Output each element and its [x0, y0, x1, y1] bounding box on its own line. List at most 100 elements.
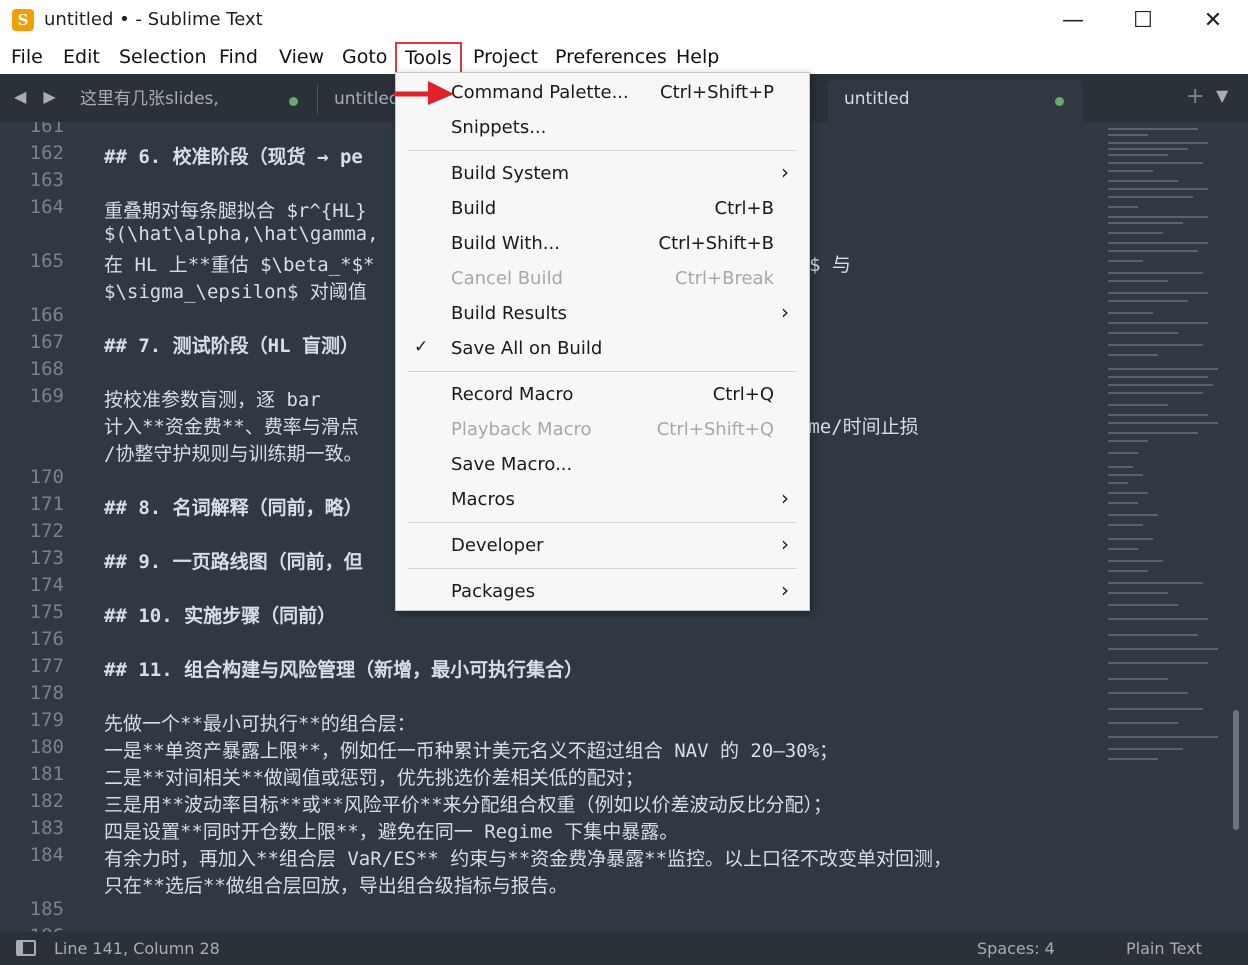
minimap-line	[1108, 492, 1148, 494]
menu-preferences[interactable]: Preferences	[555, 42, 667, 74]
tab-label: 这里有几张slides,	[80, 89, 219, 109]
minimap-line	[1108, 582, 1203, 584]
menuitem-label: Cancel Build	[451, 268, 563, 289]
code-line: 重叠期对每条腿拟合 $r^{HL}	[104, 200, 367, 222]
line-number: 178	[29, 682, 64, 704]
submenu-chevron-icon: ›	[781, 486, 789, 510]
minimap-line	[1108, 662, 1208, 664]
code-line: 先做一个**最小可执行**的组合层：	[104, 713, 416, 735]
minimap-line	[1108, 722, 1178, 724]
menu-view[interactable]: View	[279, 42, 324, 74]
red-arrow-icon	[394, 81, 454, 105]
modified-dot-icon[interactable]	[1055, 97, 1064, 106]
minimap-line	[1108, 162, 1203, 164]
line-number: 177	[29, 655, 64, 677]
indentation-setting[interactable]: Spaces: 4	[977, 939, 1055, 958]
menu-file[interactable]: File	[11, 42, 43, 74]
line-number: 179	[29, 709, 64, 731]
minimap-line	[1108, 280, 1168, 282]
minimap-line	[1108, 384, 1213, 386]
minimize-button[interactable]: —	[1038, 0, 1108, 42]
minimap-line	[1108, 250, 1198, 252]
menuitem-save-macro[interactable]: Save Macro...	[396, 450, 809, 480]
minimap-line	[1108, 440, 1148, 442]
line-number: 167	[29, 331, 64, 353]
syntax-selector[interactable]: Plain Text	[1126, 939, 1202, 958]
minimap-line	[1108, 604, 1178, 606]
modified-dot-icon[interactable]	[289, 97, 298, 106]
window-title: untitled • - Sublime Text	[44, 9, 263, 30]
menuitem-build[interactable]: Build Ctrl+B	[396, 194, 809, 224]
close-window-button[interactable]: ✕	[1178, 0, 1248, 42]
menuitem-record-macro[interactable]: Record Macro Ctrl+Q	[396, 380, 809, 410]
submenu-chevron-icon: ›	[781, 578, 789, 602]
tab-list-chevron-icon[interactable]: ▼	[1216, 86, 1228, 105]
new-tab-plus-icon[interactable]: +	[1186, 84, 1204, 109]
menu-selection[interactable]: Selection	[119, 42, 207, 74]
menuitem-label: Packages	[451, 581, 535, 602]
tab-slides[interactable]: 这里有几张slides,	[64, 80, 314, 122]
menu-tools[interactable]: Tools	[395, 42, 462, 75]
menuitem-shortcut: Ctrl+Q	[712, 384, 774, 405]
minimap-line	[1108, 570, 1148, 572]
vertical-scrollbar[interactable]	[1233, 710, 1239, 830]
minimap-line	[1108, 432, 1198, 434]
minimap-line	[1108, 692, 1188, 694]
menu-project[interactable]: Project	[473, 42, 538, 74]
line-number: 176	[29, 628, 64, 650]
minimap-line	[1108, 648, 1218, 650]
line-number: 174	[29, 574, 64, 596]
minimap-line	[1108, 368, 1218, 370]
menu-bar: File Edit Selection Find View Goto Tools…	[0, 42, 1248, 75]
menu-edit[interactable]: Edit	[63, 42, 100, 74]
line-number: 166	[29, 304, 64, 326]
line-number: 171	[29, 493, 64, 515]
minimap-line	[1108, 502, 1138, 504]
minimap-line	[1108, 232, 1163, 234]
minimap-line	[1108, 180, 1178, 182]
menuitem-command-palette[interactable]: Command Palette... Ctrl+Shift+P	[396, 78, 809, 108]
menuitem-cancel-build: Cancel Build Ctrl+Break	[396, 264, 809, 294]
minimap[interactable]	[1108, 122, 1228, 932]
menuitem-save-all-on-build[interactable]: ✓ Save All on Build	[396, 334, 809, 364]
minimap-line	[1108, 758, 1158, 760]
minimap-line	[1108, 548, 1138, 550]
tab-untitled-active[interactable]: untitled	[828, 80, 1083, 122]
minimap-line	[1108, 592, 1168, 594]
menuitem-label: Build	[451, 198, 497, 219]
menuitem-build-with[interactable]: Build With... Ctrl+Shift+B	[396, 229, 809, 259]
tab-nav-arrows-icon[interactable]: ◀ ▶	[14, 87, 62, 106]
minimap-line	[1108, 422, 1218, 424]
minimap-line	[1108, 482, 1128, 484]
code-line: 一是**单资产暴露上限**，例如任一币种累计美元名义不超过组合 NAV 的 20…	[104, 740, 839, 762]
code-line: 三是用**波动率目标**或**风险平价**来分配组合权重（例如以价差波动反比分配…	[104, 794, 833, 816]
menu-help[interactable]: Help	[676, 42, 719, 74]
code-line: 按校准参数盲测，逐 bar	[104, 389, 321, 411]
toggle-sidebar-icon[interactable]	[16, 940, 36, 956]
line-number: 186	[0, 925, 64, 932]
menu-find[interactable]: Find	[219, 42, 258, 74]
menu-separator	[408, 568, 797, 569]
minimap-line	[1108, 222, 1183, 224]
code-line: 四是设置**同时开仓数上限**，避免在同一 Regime 下集中暴露。	[104, 821, 679, 843]
minimap-line	[1108, 170, 1153, 172]
code-line: 二是**对间相关**做阈值或惩罚，优先挑选价差相关低的配对；	[104, 767, 644, 789]
menuitem-developer[interactable]: Developer ›	[396, 531, 809, 561]
tab-label: untitled	[334, 89, 400, 109]
line-number: 161	[29, 122, 64, 137]
menuitem-build-results[interactable]: Build Results ›	[396, 299, 809, 329]
menu-separator	[408, 150, 797, 151]
cursor-position[interactable]: Line 141, Column 28	[54, 939, 220, 958]
menuitem-packages[interactable]: Packages ›	[396, 577, 809, 607]
line-number: 163	[29, 169, 64, 191]
menuitem-snippets[interactable]: Snippets...	[396, 113, 809, 143]
menu-goto[interactable]: Goto	[342, 42, 387, 74]
tools-dropdown-menu: Command Palette... Ctrl+Shift+P Snippets…	[395, 72, 810, 611]
maximize-button[interactable]: ☐	[1108, 0, 1178, 42]
minimap-line	[1108, 134, 1148, 136]
menuitem-macros[interactable]: Macros ›	[396, 485, 809, 515]
menuitem-build-system[interactable]: Build System ›	[396, 159, 809, 189]
line-number: 162	[29, 142, 64, 164]
minimap-line	[1108, 260, 1143, 262]
menu-separator	[408, 371, 797, 372]
